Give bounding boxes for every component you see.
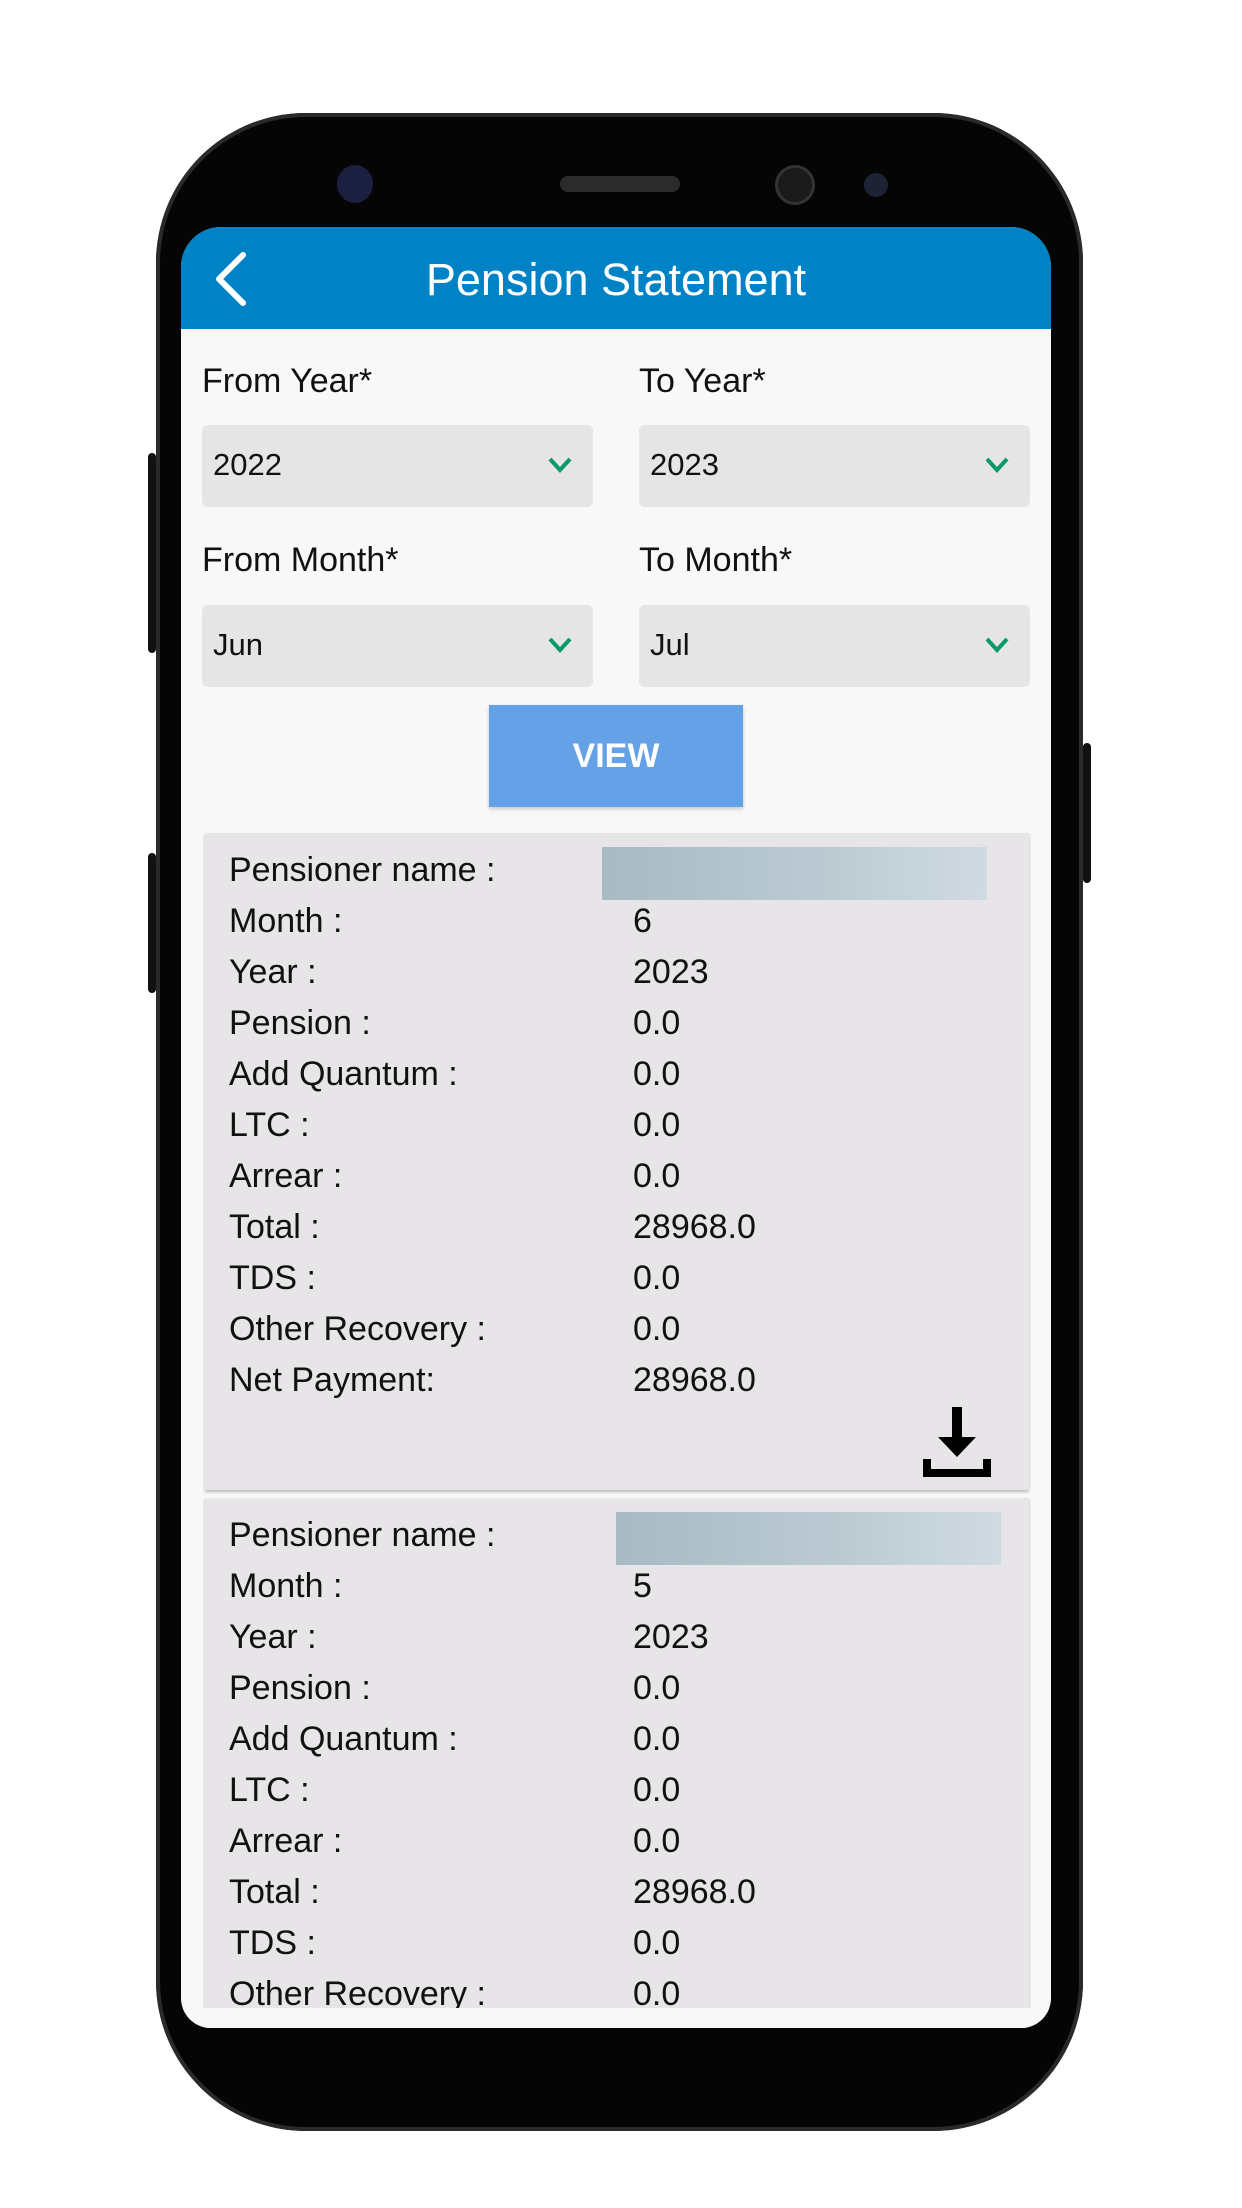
from-year-select[interactable]: 2022	[202, 425, 593, 507]
row-value: 5	[633, 1567, 652, 1605]
download-icon	[923, 1407, 991, 1477]
row-value: 0.0	[633, 1259, 681, 1297]
volume-button	[148, 453, 156, 653]
iris-sensor	[864, 173, 888, 197]
to-year-select[interactable]: 2023	[639, 425, 1030, 507]
row-label: Year :	[229, 953, 317, 991]
chevron-down-icon	[548, 457, 572, 473]
front-sensor	[337, 165, 373, 203]
row-label: Total :	[229, 1873, 320, 1911]
to-month-label: To Month*	[639, 541, 793, 579]
row-label: Other Recovery :	[229, 1310, 486, 1348]
statement-row: Pension : 0.0	[229, 1669, 1009, 1720]
row-label: TDS :	[229, 1259, 316, 1297]
row-label: LTC :	[229, 1771, 310, 1809]
row-value: 0.0	[633, 1310, 681, 1348]
statement-row: Arrear : 0.0	[229, 1822, 1009, 1873]
power-button	[1083, 743, 1091, 883]
row-label: Year :	[229, 1618, 317, 1656]
row-label: Pensioner name :	[229, 851, 496, 889]
row-value: 0.0	[633, 1924, 681, 1962]
statement-row: Pension : 0.0	[229, 1004, 1009, 1055]
statement-row: Net Payment: 28968.0	[229, 1361, 1009, 1412]
chevron-down-icon	[548, 637, 572, 653]
row-value: 0.0	[633, 1771, 681, 1809]
statement-row: Pensioner name :	[229, 1516, 1009, 1567]
app-screen: Pension Statement From Year* To Year* 20…	[181, 227, 1051, 2028]
statement-row: Pensioner name :	[229, 851, 1009, 902]
row-label: Add Quantum :	[229, 1055, 458, 1093]
statement-row: LTC : 0.0	[229, 1106, 1009, 1157]
statement-row: Arrear : 0.0	[229, 1157, 1009, 1208]
row-value: 0.0	[633, 1106, 681, 1144]
statement-row: TDS : 0.0	[229, 1924, 1009, 1975]
page-title: Pension Statement	[425, 254, 807, 305]
row-label: Month :	[229, 1567, 343, 1605]
row-value: 28968.0	[633, 1873, 756, 1911]
chevron-down-icon	[985, 637, 1009, 653]
from-month-value: Jun	[213, 627, 263, 662]
earpiece	[560, 176, 680, 192]
row-value: 0.0	[633, 1004, 681, 1042]
statement-row: Other Recovery : 0.0	[229, 1310, 1009, 1361]
download-button[interactable]	[922, 1405, 992, 1479]
row-label: Arrear :	[229, 1157, 343, 1195]
view-button[interactable]: VIEW	[489, 705, 743, 807]
row-value: 2023	[633, 1618, 709, 1656]
statement-row: Month : 6	[229, 902, 1009, 953]
from-month-select[interactable]: Jun	[202, 605, 593, 687]
front-camera	[775, 165, 815, 205]
statement-row: Total : 28968.0	[229, 1208, 1009, 1259]
row-label: Arrear :	[229, 1822, 343, 1860]
to-month-select[interactable]: Jul	[639, 605, 1030, 687]
row-label: Month :	[229, 902, 343, 940]
to-year-value: 2023	[650, 447, 719, 482]
bixby-button	[148, 853, 156, 993]
statement-card: Pensioner name : Month : 5 Year : 2023 Pensio…	[205, 1498, 1029, 2028]
screen-bottom-edge	[181, 2008, 1051, 2028]
row-label: TDS :	[229, 1924, 316, 1962]
row-value: 28968.0	[633, 1208, 756, 1246]
row-value: 0.0	[633, 1669, 681, 1707]
to-year-label: To Year*	[639, 362, 766, 400]
row-value: 2023	[633, 953, 709, 991]
row-label: Add Quantum :	[229, 1720, 458, 1758]
statement-row: Total : 28968.0	[229, 1873, 1009, 1924]
statement-row: LTC : 0.0	[229, 1771, 1009, 1822]
statement-row: Add Quantum : 0.0	[229, 1055, 1009, 1106]
statement-row: TDS : 0.0	[229, 1259, 1009, 1310]
statement-card: Pensioner name : Month : 6 Year : 2023 Pensio…	[205, 833, 1029, 1490]
from-year-label: From Year*	[202, 362, 373, 400]
from-month-label: From Month*	[202, 541, 399, 579]
row-value: 0.0	[633, 1822, 681, 1860]
row-label: Pension :	[229, 1669, 371, 1707]
statement-row: Year : 2023	[229, 953, 1009, 1004]
app-header: Pension Statement	[181, 227, 1051, 329]
row-label: LTC :	[229, 1106, 310, 1144]
row-value: 0.0	[633, 1720, 681, 1758]
row-label: Total :	[229, 1208, 320, 1246]
row-value: 6	[633, 902, 652, 940]
statement-row: Month : 5	[229, 1567, 1009, 1618]
from-year-value: 2022	[213, 447, 282, 482]
row-label: Net Payment:	[229, 1361, 435, 1399]
chevron-down-icon	[985, 457, 1009, 473]
row-value: 0.0	[633, 1157, 681, 1195]
to-month-value: Jul	[650, 627, 690, 662]
statement-row: Add Quantum : 0.0	[229, 1720, 1009, 1771]
row-label: Pensioner name :	[229, 1516, 496, 1554]
row-value: 28968.0	[633, 1361, 756, 1399]
row-value: 0.0	[633, 1055, 681, 1093]
row-label: Pension :	[229, 1004, 371, 1042]
statement-row: Year : 2023	[229, 1618, 1009, 1669]
